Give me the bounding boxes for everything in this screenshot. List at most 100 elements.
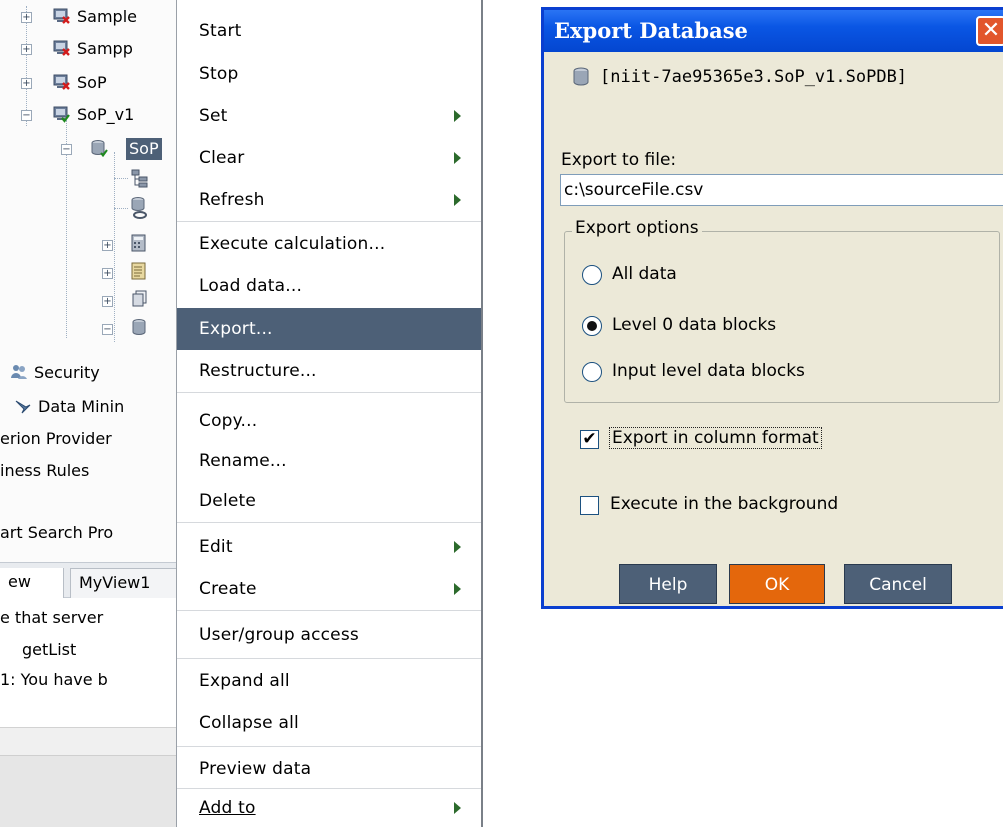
export-database-dialog: Export Database ✕ [niit-7ae95365e3.SoP_v… — [541, 7, 1003, 609]
menu-item-start[interactable]: Start — [177, 12, 481, 50]
tree-node[interactable]: − — [0, 318, 178, 340]
expand-toggle[interactable]: − — [102, 324, 113, 335]
dialog-titlebar[interactable]: Export Database ✕ — [544, 10, 1003, 52]
dialog-title: Export Database — [554, 18, 748, 43]
menu-separator — [177, 392, 481, 393]
menu-item-export[interactable]: Export... — [177, 308, 481, 350]
menu-item-label: Expand all — [199, 671, 290, 691]
help-button[interactable]: Help — [619, 564, 717, 604]
menu-item-delete[interactable]: Delete — [177, 482, 481, 520]
tree-node-label: SoP_v1 — [77, 105, 135, 124]
tree-node-data-mining[interactable]: Data Minin — [0, 396, 178, 418]
menu-separator — [177, 610, 481, 611]
menu-item-user-group-access[interactable]: User/group access — [177, 616, 481, 654]
menu-item-label: Restructure... — [199, 361, 317, 381]
database-icon — [132, 319, 146, 335]
tab-myview1[interactable]: MyView1 — [70, 568, 178, 599]
tree-node-business-rules[interactable]: iness Rules — [0, 460, 178, 482]
menu-item-label: Create — [199, 579, 257, 599]
log-panel-edge — [483, 592, 491, 827]
radio-input-level-data-blocks[interactable] — [582, 362, 602, 382]
menu-item-label: Load data... — [199, 276, 303, 296]
checkbox-execute-background[interactable] — [580, 496, 599, 515]
tree-node-label: erion Provider — [0, 429, 112, 448]
menu-item-preview-data[interactable]: Preview data — [177, 750, 481, 788]
expand-toggle[interactable]: + — [21, 78, 32, 89]
menu-item-set[interactable]: Set — [177, 97, 481, 135]
menu-item-stop[interactable]: Stop — [177, 55, 481, 93]
tree-node[interactable]: − SoP_v1 — [0, 104, 178, 126]
menu-item-copy[interactable]: Copy... — [177, 402, 481, 440]
tree-node-label: Data Minin — [38, 397, 125, 416]
collapse-toggle[interactable]: − — [21, 110, 32, 121]
ok-button[interactable]: OK — [729, 564, 825, 604]
submenu-arrow-icon — [454, 194, 461, 206]
checkbox-column-format[interactable]: ✔ — [580, 430, 599, 449]
menu-item-label: Add to — [199, 798, 256, 818]
database-path: [niit-7ae95365e3.SoP_v1.SoPDB] — [572, 67, 907, 87]
log-line: 1: You have b — [0, 670, 108, 689]
database-name: [niit-7ae95365e3.SoP_v1.SoPDB] — [600, 67, 908, 87]
menu-item-expand-all[interactable]: Expand all — [177, 662, 481, 700]
export-file-input[interactable] — [560, 174, 1003, 206]
report-icon — [131, 262, 146, 280]
radio-all-data[interactable] — [582, 265, 602, 285]
tree-node[interactable]: + Sample — [0, 6, 178, 28]
status-band — [0, 727, 178, 755]
users-icon — [11, 365, 27, 379]
tab-view[interactable]: ew — [0, 568, 64, 599]
server-error-icon — [53, 74, 70, 90]
tree-node[interactable]: + — [0, 290, 178, 312]
close-icon[interactable]: ✕ — [976, 16, 1003, 46]
radio-input-level-label[interactable]: Input level data blocks — [612, 361, 805, 381]
menu-item-create[interactable]: Create — [177, 570, 481, 608]
submenu-arrow-icon — [454, 583, 461, 595]
tree-node-label: Security — [34, 363, 100, 382]
tree-node[interactable]: + Sampp — [0, 38, 178, 60]
tree-node-provider[interactable]: erion Provider — [0, 428, 178, 450]
context-menu: Start Stop Set Clear Refresh Execute cal… — [176, 0, 483, 827]
menu-item-load-data[interactable]: Load data... — [177, 267, 481, 305]
menu-item-label: Execute calculation... — [199, 234, 386, 254]
menu-item-collapse-all[interactable]: Collapse all — [177, 704, 481, 742]
submenu-arrow-icon — [454, 802, 461, 814]
menu-item-execute-calculation[interactable]: Execute calculation... — [177, 225, 481, 263]
outline-icon — [131, 169, 148, 188]
cancel-button[interactable]: Cancel — [844, 564, 952, 604]
status-bar — [0, 755, 178, 827]
expand-toggle[interactable]: + — [102, 296, 113, 307]
tree-node[interactable]: + — [0, 234, 178, 256]
menu-separator — [177, 746, 481, 747]
menu-item-clear[interactable]: Clear — [177, 139, 481, 177]
data-mining-icon — [15, 400, 31, 414]
menu-item-label: Collapse all — [199, 713, 299, 733]
expand-toggle[interactable]: + — [21, 12, 32, 23]
execute-background-label[interactable]: Execute in the background — [610, 494, 838, 514]
tree-guide-line — [114, 178, 128, 179]
menu-item-edit[interactable]: Edit — [177, 528, 481, 566]
collapse-toggle[interactable]: − — [61, 144, 72, 155]
radio-level0-label[interactable]: Level 0 data blocks — [612, 315, 776, 335]
menu-item-refresh[interactable]: Refresh — [177, 181, 481, 219]
menu-item-rename[interactable]: Rename... — [177, 442, 481, 480]
tree-node-security[interactable]: Security — [0, 362, 178, 384]
radio-all-data-label[interactable]: All data — [612, 264, 677, 284]
menu-item-label: Stop — [199, 64, 239, 84]
expand-toggle[interactable]: + — [102, 268, 113, 279]
export-options-legend: Export options — [572, 218, 702, 238]
menu-item-restructure[interactable]: Restructure... — [177, 352, 481, 390]
tree-node[interactable]: + — [0, 262, 178, 284]
tree-node[interactable]: + SoP — [0, 72, 178, 94]
tree-node-label: Sample — [77, 7, 137, 26]
tree-node-selected[interactable]: − SoP — [0, 138, 178, 160]
smart-search-panel-header[interactable]: art Search Pro — [0, 522, 178, 544]
database-icon — [573, 67, 589, 86]
radio-level0-data-blocks[interactable] — [582, 316, 602, 336]
submenu-arrow-icon — [454, 152, 461, 164]
column-format-label[interactable]: Export in column format — [609, 427, 822, 449]
server-error-icon — [53, 8, 70, 24]
expand-toggle[interactable]: + — [102, 240, 113, 251]
expand-toggle[interactable]: + — [21, 44, 32, 55]
log-line: e that server — [0, 608, 104, 627]
menu-item-add-to[interactable]: Add to — [177, 789, 481, 827]
